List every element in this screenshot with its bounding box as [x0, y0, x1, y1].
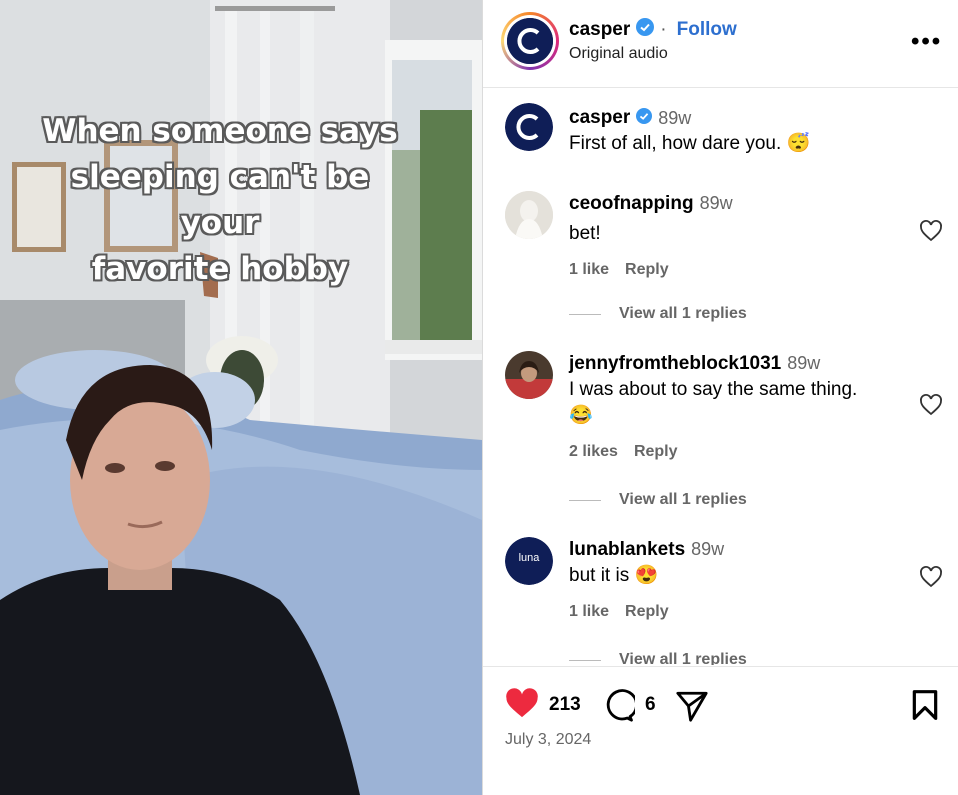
- story-avatar[interactable]: [501, 12, 559, 70]
- header-name-row: casper · Follow: [569, 18, 737, 42]
- audio-link[interactable]: Original audio: [569, 45, 668, 63]
- comment-body: casper 89w First of all, how dare you. 😴: [569, 107, 909, 157]
- view-replies-button[interactable]: View all 1 replies: [569, 651, 747, 665]
- comment-username[interactable]: jennyfromtheblock1031: [569, 353, 781, 374]
- reply-button[interactable]: Reply: [625, 261, 669, 278]
- comment-count[interactable]: 6: [645, 694, 656, 716]
- avatar-text: luna: [518, 552, 540, 564]
- comment-time: 89w: [699, 193, 733, 213]
- comments-list[interactable]: casper 89w First of all, how dare you. 😴…: [483, 89, 958, 665]
- comment-item: jennyfromtheblock1031 89w I was about to …: [483, 349, 958, 519]
- user-avatar-image: [505, 191, 553, 239]
- comment-item: ceoofnapping 89w bet! 1 like Reply View al…: [483, 189, 958, 329]
- verified-badge-icon: [636, 18, 655, 42]
- caption-line: favorite hobby: [91, 251, 349, 287]
- view-replies-label: View all 1 replies: [619, 651, 747, 665]
- share-send-icon[interactable]: [675, 689, 709, 728]
- casper-logo-icon: [505, 103, 553, 151]
- reply-button[interactable]: Reply: [625, 603, 669, 620]
- comment-username[interactable]: ceoofnapping: [569, 193, 694, 214]
- avatar[interactable]: [505, 191, 553, 239]
- comment-time: 89w: [658, 107, 692, 128]
- caption-comment: casper 89w First of all, how dare you. 😴: [483, 103, 958, 173]
- separator-dot: ·: [660, 19, 667, 40]
- video-caption-overlay: When someone says sleeping can't be your…: [40, 108, 400, 292]
- verified-badge-icon: [636, 107, 653, 129]
- view-replies-button[interactable]: View all 1 replies: [569, 491, 747, 509]
- caption-line: sleeping can't be your: [70, 159, 370, 241]
- comment-item: luna lunablankets 89w but it is 😍 1 like R…: [483, 535, 958, 665]
- heart-filled-icon[interactable]: [505, 687, 539, 724]
- comment-text-emoji: 😂: [569, 405, 593, 426]
- like-count[interactable]: 213: [549, 694, 581, 716]
- view-replies-label: View all 1 replies: [619, 305, 747, 322]
- bookmark-icon[interactable]: [911, 689, 939, 726]
- comment-time: 89w: [787, 353, 821, 373]
- comment-likes[interactable]: 2 likes: [569, 443, 618, 460]
- heart-outline-icon[interactable]: [919, 393, 943, 422]
- casper-logo-icon: [507, 18, 553, 64]
- post-actions-bar: 213 6 July 3, 2024: [483, 666, 958, 795]
- view-replies-button[interactable]: View all 1 replies: [569, 305, 747, 323]
- heart-outline-icon[interactable]: [919, 219, 943, 248]
- header-username[interactable]: casper: [569, 19, 630, 41]
- heart-outline-icon[interactable]: [919, 565, 943, 594]
- post-header: casper · Follow Original audio •••: [483, 0, 958, 88]
- comment-body: ceoofnapping 89w bet! 1 like Reply: [569, 193, 909, 279]
- reply-button[interactable]: Reply: [634, 443, 678, 460]
- user-avatar-image: [505, 351, 553, 399]
- comment-likes[interactable]: 1 like: [569, 261, 609, 278]
- view-replies-label: View all 1 replies: [619, 491, 747, 508]
- caption-line: When someone says: [42, 113, 398, 149]
- comment-icon[interactable]: [601, 689, 638, 728]
- comment-body: lunablankets 89w but it is 😍 1 like Reply: [569, 539, 909, 621]
- post-date: July 3, 2024: [505, 731, 592, 748]
- comment-username[interactable]: lunablankets: [569, 539, 685, 560]
- comment-text: but it is 😍: [569, 565, 659, 586]
- post-viewer: When someone says sleeping can't be your…: [0, 0, 958, 795]
- comment-time: 89w: [691, 539, 725, 559]
- comment-body: jennyfromtheblock1031 89w I was about to …: [569, 353, 909, 461]
- post-video[interactable]: When someone says sleeping can't be your…: [0, 0, 482, 795]
- more-options-icon[interactable]: •••: [911, 28, 942, 56]
- comment-text: bet!: [569, 223, 601, 244]
- comment-username[interactable]: casper: [569, 107, 630, 129]
- post-side-panel: casper · Follow Original audio ••• caspe…: [482, 0, 958, 795]
- comment-likes[interactable]: 1 like: [569, 603, 609, 620]
- comment-text: First of all, how dare you. 😴: [569, 133, 811, 154]
- comment-text: I was about to say the same thing.: [569, 379, 858, 400]
- follow-button[interactable]: Follow: [677, 19, 737, 41]
- avatar[interactable]: luna: [505, 537, 553, 585]
- avatar[interactable]: [505, 351, 553, 399]
- avatar[interactable]: [505, 103, 553, 151]
